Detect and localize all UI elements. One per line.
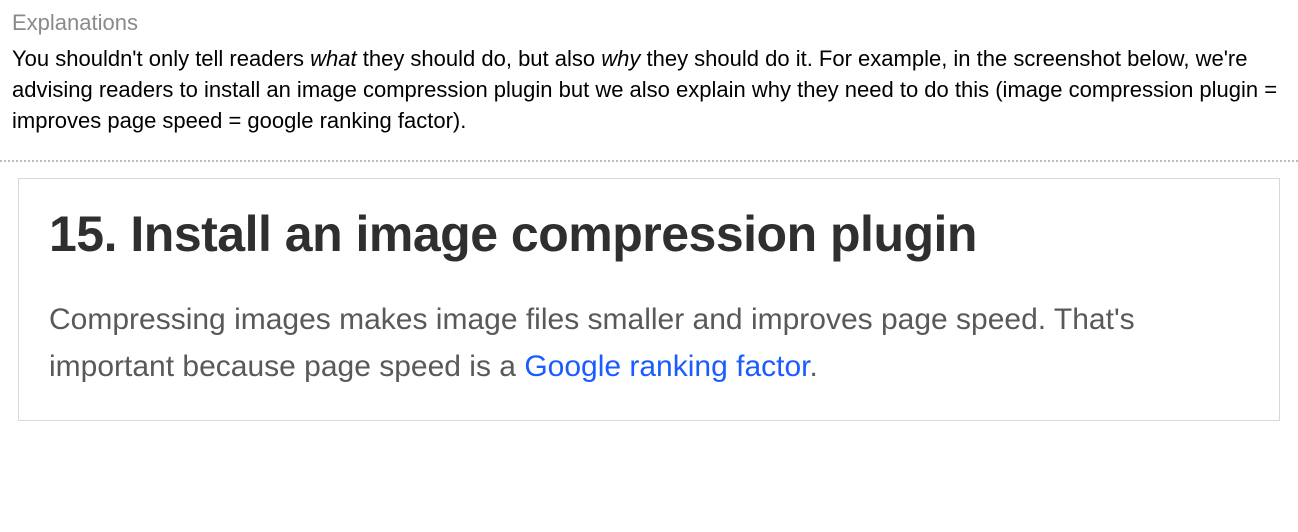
- embedded-screenshot-box: 15. Install an image compression plugin …: [18, 178, 1280, 421]
- dotted-separator: [0, 160, 1298, 162]
- embedded-text: .: [810, 350, 818, 383]
- para-emphasis-why: why: [601, 46, 640, 71]
- section-label: Explanations: [12, 10, 1286, 36]
- embedded-heading: 15. Install an image compression plugin: [49, 205, 1249, 263]
- para-text: they should do, but also: [357, 46, 602, 71]
- google-ranking-factor-link[interactable]: Google ranking factor: [524, 350, 809, 383]
- explanation-paragraph: You shouldn't only tell readers what the…: [12, 44, 1286, 136]
- para-text: You shouldn't only tell readers: [12, 46, 310, 71]
- para-emphasis-what: what: [310, 46, 356, 71]
- embedded-paragraph: Compressing images makes image files sma…: [49, 297, 1249, 390]
